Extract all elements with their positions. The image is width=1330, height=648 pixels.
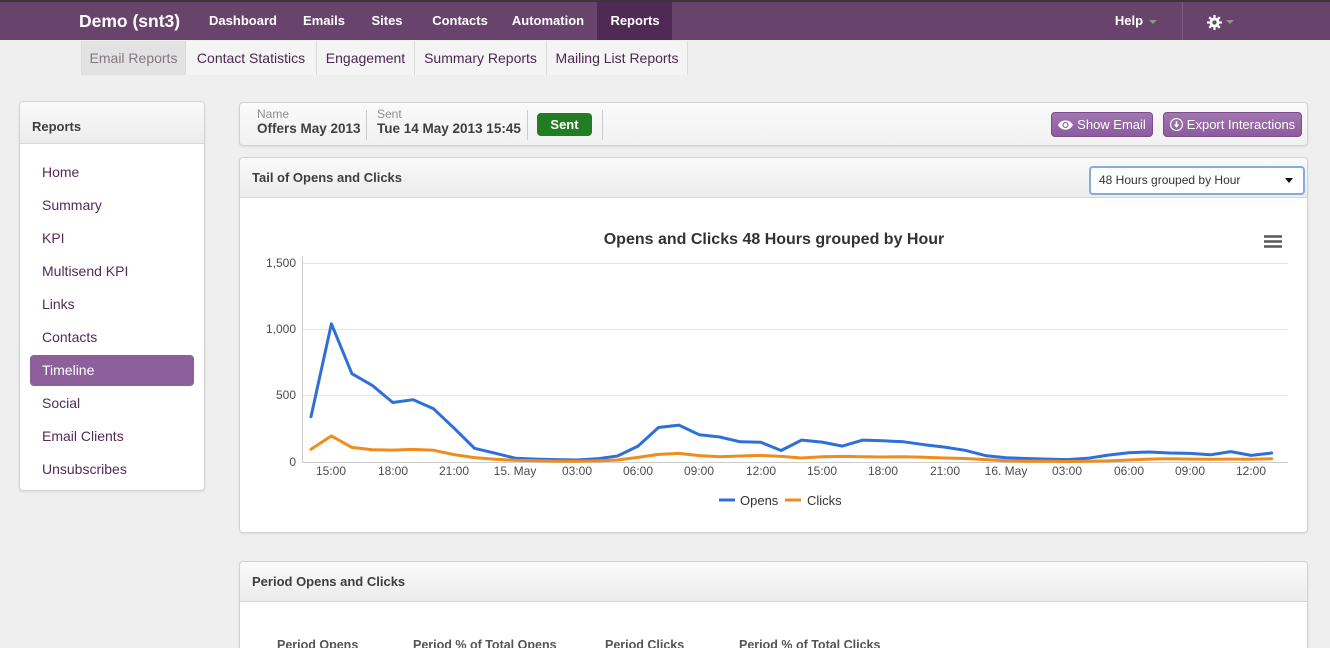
svg-text:15. May: 15. May (494, 464, 537, 478)
svg-text:18:00: 18:00 (378, 464, 408, 478)
svg-text:Opens and Clicks 48 Hours grou: Opens and Clicks 48 Hours grouped by Hou… (604, 231, 945, 248)
svg-text:03:00: 03:00 (1052, 464, 1082, 478)
svg-text:1,500: 1,500 (266, 256, 296, 270)
svg-text:15:00: 15:00 (316, 464, 346, 478)
svg-text:09:00: 09:00 (1175, 464, 1205, 478)
svg-text:12:00: 12:00 (746, 464, 776, 478)
svg-text:21:00: 21:00 (930, 464, 960, 478)
svg-text:09:00: 09:00 (684, 464, 714, 478)
svg-text:21:00: 21:00 (439, 464, 469, 478)
svg-text:Clicks: Clicks (807, 493, 842, 508)
svg-text:15:00: 15:00 (807, 464, 837, 478)
svg-text:06:00: 06:00 (1114, 464, 1144, 478)
svg-text:1,000: 1,000 (266, 322, 296, 336)
svg-text:Opens: Opens (740, 493, 779, 508)
svg-text:12:00: 12:00 (1236, 464, 1266, 478)
svg-text:16. May: 16. May (985, 464, 1028, 478)
svg-text:0: 0 (289, 455, 296, 469)
svg-text:500: 500 (276, 388, 296, 402)
svg-text:03:00: 03:00 (562, 464, 592, 478)
svg-text:18:00: 18:00 (868, 464, 898, 478)
svg-text:06:00: 06:00 (623, 464, 653, 478)
